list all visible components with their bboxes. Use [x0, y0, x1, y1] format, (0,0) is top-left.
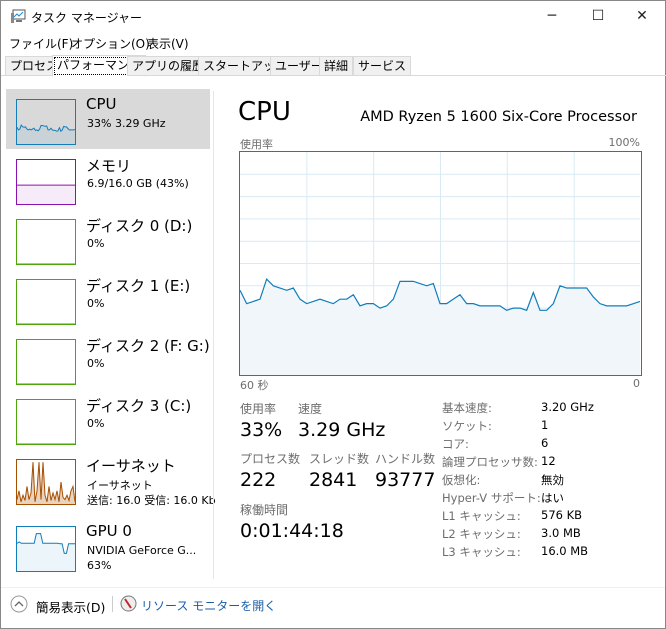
chevron-up-icon[interactable] [10, 595, 28, 613]
thumbnail-border [16, 279, 76, 325]
detail-label: L2 キャッシュ: [442, 527, 521, 541]
sidebar-item-detail: 送信: 16.0 受信: 16.0 Kb [87, 494, 216, 507]
detail-label: 基本速度: [442, 401, 492, 415]
footer-separator [112, 596, 113, 612]
sidebar-item-name: イーサネット [86, 457, 176, 475]
thumbnail-border [16, 399, 76, 445]
tab-services[interactable]: サービス [353, 56, 412, 76]
sidebar-thumbnail-graph [16, 526, 76, 572]
sidebar-item-subtitle: 0% [87, 297, 105, 310]
tab-details[interactable]: 詳細 [319, 56, 354, 76]
cpu-usage-graph [239, 151, 642, 376]
sidebar-item-7[interactable]: GPU 0 NVIDIA GeForce G... 63% [6, 516, 210, 576]
sidebar-item-subtitle: 6.9/16.0 GB (43%) [87, 177, 189, 190]
sidebar-thumbnail-graph [16, 99, 76, 145]
sidebar-item-4[interactable]: ディスク 2 (F: G:) 0% [6, 329, 210, 389]
sidebar-item-1[interactable]: メモリ 6.9/16.0 GB (43%) [6, 149, 210, 209]
sidebar-thumbnail-graph [16, 399, 76, 445]
sidebar-item-subtitle: 0% [87, 357, 105, 370]
detail-value: 3.20 GHz [541, 400, 594, 414]
sparkline-fill [17, 185, 75, 204]
window-title: タスク マネージャー [31, 11, 142, 25]
detail-label: L3 キャッシュ: [442, 545, 521, 559]
page-title: CPU [238, 97, 291, 127]
detail-label: 仮想化: [442, 473, 481, 487]
handles-value: 93777 [375, 469, 436, 491]
title-bar[interactable]: タスク マネージャー ─ ☐ ✕ [1, 1, 665, 33]
detail-value: 6 [541, 436, 549, 450]
sidebar-thumbnail-graph [16, 159, 76, 205]
threads-value: 2841 [309, 469, 358, 491]
sidebar-scrollbar[interactable] [213, 91, 214, 579]
detail-label: 論理プロセッサ数: [442, 455, 538, 469]
detail-value: はい [541, 491, 564, 505]
sidebar-item-3[interactable]: ディスク 1 (E:) 0% [6, 269, 210, 329]
sidebar-item-subtitle: 0% [87, 237, 105, 250]
thumbnail-border [16, 219, 76, 265]
detail-value: 1 [541, 418, 549, 432]
detail-value: 576 KB [541, 508, 583, 522]
detail-label: Hyper-V サポート: [442, 491, 541, 505]
menu-view[interactable]: 表示(V) [147, 35, 189, 52]
graph-time-label: 60 秒 [240, 379, 269, 392]
sidebar-item-5[interactable]: ディスク 3 (C:) 0% [6, 389, 210, 449]
graph-min: 0 [633, 377, 640, 390]
sidebar-thumbnail-graph [16, 279, 76, 325]
detail-label: ソケット: [442, 419, 492, 433]
sidebar-item-name: ディスク 2 (F: G:) [86, 337, 210, 355]
threads-label: スレッド数 [309, 452, 370, 466]
sidebar-item-subtitle: イーサネット [87, 479, 153, 492]
usage-value: 33% [240, 419, 283, 441]
sidebar-item-6[interactable]: イーサネット イーサネット送信: 16.0 受信: 16.0 Kb [6, 449, 216, 509]
processes-value: 222 [240, 469, 277, 491]
processes-label: プロセス数 [240, 452, 301, 466]
minimize-button[interactable]: ─ [529, 1, 575, 31]
detail-label: コア: [442, 437, 469, 451]
sidebar-item-subtitle: 0% [87, 417, 105, 430]
sidebar-item-name: ディスク 1 (E:) [86, 277, 191, 295]
processor-name: AMD Ryzen 5 1600 Six-Core Processor [360, 109, 637, 125]
uptime-value: 0:01:44:18 [240, 520, 344, 542]
open-resource-monitor-link[interactable]: リソース モニターを開く [141, 597, 276, 614]
detail-label: L1 キャッシュ: [442, 509, 521, 523]
sidebar-item-detail: 63% [87, 559, 112, 572]
sidebar-item-name: CPU [86, 95, 117, 113]
graph-label: 使用率 [240, 138, 273, 151]
sidebar-item-subtitle: NVIDIA GeForce G... [87, 544, 197, 557]
uptime-label: 稼働時間 [240, 503, 289, 517]
sidebar-item-0[interactable]: CPU 33% 3.29 GHz [6, 89, 210, 149]
sidebar-item-name: ディスク 0 (D:) [86, 217, 193, 235]
handles-label: ハンドル数 [375, 452, 436, 466]
sidebar-thumbnail-graph [16, 219, 76, 265]
sidebar-thumbnail-graph [16, 339, 76, 385]
speed-label: 速度 [298, 402, 323, 416]
task-manager-icon [11, 9, 26, 23]
usage-label: 使用率 [240, 402, 277, 416]
menu-options[interactable]: オプション(O) [71, 35, 150, 52]
tab-app-history[interactable]: アプリの履歴 [127, 56, 210, 76]
resource-monitor-icon [120, 595, 137, 612]
footer-divider [1, 587, 665, 588]
sidebar-item-subtitle: 33% 3.29 GHz [87, 117, 166, 130]
graph-max: 100% [608, 136, 640, 149]
detail-value: 16.0 MB [541, 544, 589, 558]
detail-value: 3.0 MB [541, 526, 581, 540]
sidebar-item-2[interactable]: ディスク 0 (D:) 0% [6, 209, 210, 269]
sidebar-item-name: メモリ [86, 157, 132, 175]
sidebar-thumbnail-graph [16, 459, 76, 505]
fewer-details-button[interactable]: 簡易表示(D) [36, 597, 105, 616]
detail-value: 12 [541, 454, 556, 468]
thumbnail-border [16, 339, 76, 385]
task-manager-window: タスク マネージャー ─ ☐ ✕ ファイル(F) オプション(O) 表示(V) … [0, 0, 666, 629]
sidebar-item-name: GPU 0 [86, 522, 132, 540]
sidebar-item-name: ディスク 3 (C:) [86, 397, 192, 415]
close-button[interactable]: ✕ [619, 1, 665, 31]
sparkline [16, 462, 76, 503]
detail-value: 無効 [541, 473, 564, 487]
menu-file[interactable]: ファイル(F) [9, 35, 73, 52]
speed-value: 3.29 GHz [298, 419, 386, 441]
maximize-button[interactable]: ☐ [575, 1, 621, 31]
